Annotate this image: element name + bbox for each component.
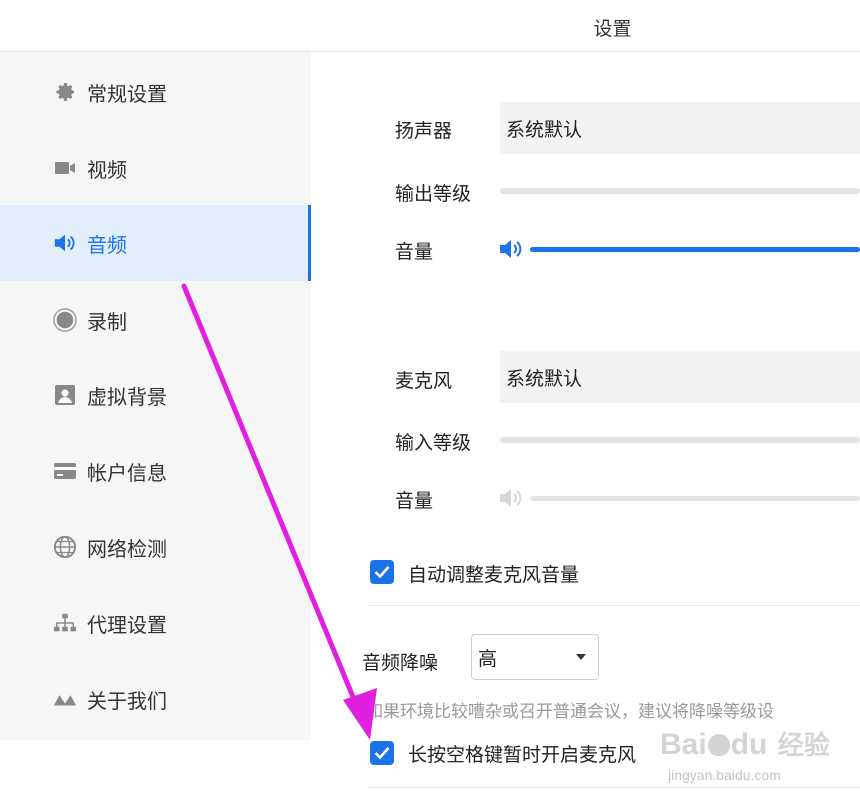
output-level-label: 输出等级 bbox=[395, 184, 472, 205]
noise-reduction-label: 音频降噪 bbox=[362, 653, 439, 674]
speaker-icon bbox=[53, 231, 77, 255]
portrait-icon bbox=[53, 383, 77, 407]
sidebar-item-audio[interactable]: 音频 bbox=[0, 205, 311, 281]
sidebar: 常规设置 视频 音频 录制 虚拟背景 帐户信息 网络检测 代理设置 关于我们 bbox=[0, 52, 311, 740]
sidebar-item-label: 常规设置 bbox=[87, 83, 167, 106]
globe-icon bbox=[53, 535, 77, 559]
speaker-volume-icon bbox=[498, 237, 526, 266]
push-to-talk-checkbox[interactable] bbox=[370, 741, 394, 765]
sidebar-item-proxy[interactable]: 代理设置 bbox=[0, 585, 311, 661]
input-level-meter bbox=[500, 437, 860, 443]
card-icon bbox=[53, 459, 77, 483]
microphone-label: 麦克风 bbox=[395, 371, 453, 392]
push-to-talk-label: 长按空格键暂时开启麦克风 bbox=[408, 745, 637, 766]
microphone-volume-label: 音量 bbox=[395, 491, 434, 512]
sidebar-item-video[interactable]: 视频 bbox=[0, 130, 311, 206]
network-tree-icon bbox=[53, 611, 77, 635]
auto-adjust-checkbox[interactable] bbox=[370, 560, 394, 584]
divider bbox=[368, 605, 860, 606]
noise-reduction-dropdown[interactable]: 高 bbox=[471, 634, 599, 680]
sidebar-item-virtual-background[interactable]: 虚拟背景 bbox=[0, 357, 311, 433]
sidebar-item-label: 虚拟背景 bbox=[87, 386, 167, 409]
window-title: 设置 bbox=[593, 19, 632, 40]
sidebar-item-label: 代理设置 bbox=[87, 614, 167, 637]
auto-adjust-label: 自动调整麦克风音量 bbox=[408, 565, 580, 586]
title-bar: 设置 bbox=[0, 0, 860, 52]
noise-reduction-value: 高 bbox=[478, 648, 498, 670]
caret-down-icon bbox=[576, 654, 586, 660]
speaker-select[interactable]: 系统默认 bbox=[500, 102, 860, 154]
sidebar-item-label: 关于我们 bbox=[87, 690, 167, 713]
speaker-label: 扬声器 bbox=[395, 121, 453, 142]
checkmark-icon bbox=[374, 566, 390, 579]
sidebar-item-about[interactable]: 关于我们 bbox=[0, 661, 311, 737]
sidebar-item-label: 网络检测 bbox=[87, 538, 167, 561]
microphone-select[interactable]: 系统默认 bbox=[500, 351, 860, 403]
output-level-meter bbox=[500, 188, 860, 194]
sidebar-item-network-test[interactable]: 网络检测 bbox=[0, 509, 311, 585]
sidebar-item-label: 视频 bbox=[87, 159, 127, 182]
sidebar-item-label: 帐户信息 bbox=[87, 462, 167, 485]
sidebar-item-recording[interactable]: 录制 bbox=[0, 282, 311, 358]
noise-reduction-hint: 如果环境比较嘈杂或召开普通会议，建议将降噪等级设 bbox=[366, 702, 774, 721]
microphone-volume-slider[interactable] bbox=[530, 496, 860, 501]
speaker-volume-label: 音量 bbox=[395, 242, 434, 263]
audio-settings-panel: 扬声器 系统默认 输出等级 音量 麦克风 系统默认 输入等级 音量 自动调整麦克… bbox=[311, 52, 860, 803]
video-camera-icon bbox=[53, 156, 77, 180]
logo-wave-icon bbox=[53, 687, 77, 711]
microphone-volume-icon bbox=[498, 486, 526, 515]
checkmark-icon bbox=[374, 747, 390, 760]
input-level-label: 输入等级 bbox=[395, 433, 472, 454]
divider bbox=[368, 787, 860, 788]
gear-icon bbox=[53, 80, 77, 104]
speaker-volume-fill bbox=[530, 247, 860, 252]
sidebar-item-account[interactable]: 帐户信息 bbox=[0, 433, 311, 509]
sidebar-item-general[interactable]: 常规设置 bbox=[0, 54, 311, 130]
record-icon bbox=[53, 308, 77, 332]
sidebar-item-label: 录制 bbox=[87, 311, 127, 334]
speaker-volume-slider[interactable] bbox=[530, 247, 860, 252]
sidebar-item-label: 音频 bbox=[87, 234, 127, 257]
